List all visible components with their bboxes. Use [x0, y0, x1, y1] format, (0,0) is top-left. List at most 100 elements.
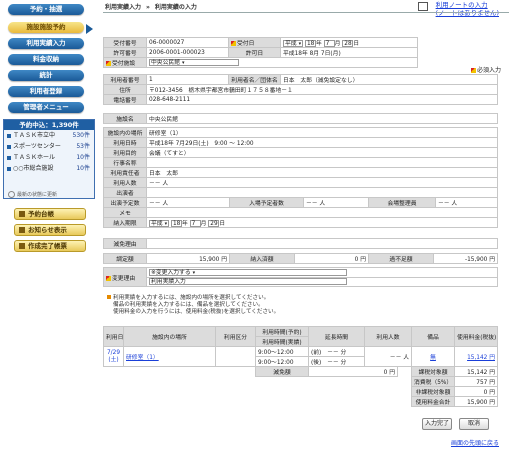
- completed-report-label: 作成完了帳票: [28, 242, 67, 250]
- note-bullet-icon: [107, 295, 111, 299]
- instruction-notes: 利用実績を入力するには、施設内の場所を選択してください。 備品の利用実績を入力す…: [107, 295, 279, 316]
- col-header-division: 利用区分: [215, 326, 256, 347]
- todo-item[interactable]: ＴＡＳＫホール 10件: [4, 152, 94, 163]
- accept-month-input[interactable]: 7: [323, 40, 335, 47]
- nontax-amount: 0 円: [454, 386, 498, 397]
- adjusted-label: 調定額: [103, 253, 147, 264]
- todo-item[interactable]: ○○市総合施設 10件: [4, 163, 94, 174]
- row-division: [215, 346, 256, 367]
- adjusted-amount: 15,900 円: [146, 253, 230, 264]
- note-line: 利用実績を入力するには、施設内の場所を選択してください。: [113, 295, 270, 301]
- accept-era-select[interactable]: 平成: [283, 40, 304, 47]
- accept-day-input[interactable]: 28: [342, 40, 354, 47]
- back-to-top-link[interactable]: 画面の先頭に戻る: [451, 438, 499, 447]
- row-time-plan: 9:00～12:00: [255, 346, 309, 357]
- event: [146, 157, 498, 168]
- nav-fee-collection[interactable]: 料金収納: [8, 54, 84, 65]
- breadcrumb: 利用実績入力 » 利用実績の入力: [105, 2, 197, 11]
- cancel-button[interactable]: 取消: [459, 418, 489, 430]
- reserve-ledger-button[interactable]: 予約台帳: [14, 208, 86, 220]
- pay-day-input[interactable]: 29: [208, 220, 220, 227]
- usage-note-status: (ノートはありません): [435, 9, 499, 17]
- todo-item-count: 530件: [72, 132, 90, 139]
- todo-item[interactable]: スポーツセンター 53件: [4, 141, 94, 152]
- book-icon: [19, 211, 25, 217]
- accept-year-input[interactable]: 18: [304, 40, 316, 47]
- planned-label: 出演予定数: [103, 197, 147, 208]
- note-icon: [418, 2, 428, 11]
- refresh-link[interactable]: 最新の状態に更新: [8, 191, 57, 198]
- year-unit: 年: [315, 41, 322, 47]
- nav-usage-input[interactable]: 利用実績入力: [8, 38, 84, 49]
- memo-label: メモ: [103, 207, 147, 218]
- row-equip-link[interactable]: 無: [430, 355, 436, 361]
- required-note: 必須入力: [470, 65, 501, 74]
- col-header-extension: 延長時間: [308, 326, 365, 347]
- completed-report-button[interactable]: 作成完了帳票: [14, 240, 86, 252]
- nav-facility-reserve[interactable]: 施設施設予約: [8, 22, 84, 33]
- change-reason-table: 変更理由 ※変更入力する 利用実績入力: [103, 267, 498, 287]
- manager: 日本 太郎: [146, 167, 498, 178]
- day-unit: 日: [219, 221, 226, 227]
- pay-year-input[interactable]: 18: [170, 220, 182, 227]
- col-header-time-actual: 利用時間(実績): [255, 336, 309, 347]
- todo-item[interactable]: ＴＡＳＫ市立中 530件: [4, 130, 94, 141]
- day-unit: 日: [353, 41, 360, 47]
- nav-user-register[interactable]: 利用者登録: [8, 86, 84, 97]
- user-name-label: 利用者名／団体名: [228, 74, 281, 85]
- report-icon: [19, 243, 25, 249]
- row-date-day: 7/29: [106, 349, 121, 356]
- year-unit: 年: [181, 221, 188, 227]
- bullet-icon: [7, 166, 11, 171]
- usage-note-link[interactable]: 利用ノートの入力 (ノートはありません): [436, 1, 499, 17]
- change-reason-input[interactable]: 利用実績入力: [149, 278, 347, 286]
- accept-date-label-text: 受付日: [237, 41, 255, 47]
- spacer-cell: [104, 397, 412, 407]
- pay-month-input[interactable]: 7: [189, 220, 201, 227]
- row-ext-after: (後) －－ 分: [308, 356, 365, 367]
- event-label: 行事名称: [103, 157, 147, 168]
- paid-label: 納入済額: [229, 253, 295, 264]
- nav-statistics[interactable]: 統計: [8, 70, 84, 81]
- month-unit: 月: [200, 221, 207, 227]
- nav-reserve-lottery[interactable]: 予約・抽選: [8, 4, 84, 15]
- address-label: 住所: [103, 84, 147, 95]
- phone-label: 電話番号: [103, 94, 147, 105]
- row-people: －－ 人: [363, 346, 413, 367]
- row-fee-link[interactable]: 15,142 円: [467, 355, 495, 361]
- todo-panel: 予約中込：1,390件 ＴＡＳＫ市立中 530件 スポーツセンター 53件 ＴＡＳＫ…: [3, 119, 95, 199]
- bullet-icon: [7, 155, 11, 160]
- table-row: 7/29 (土) 研修室（1） 9:00～12:00 (前) －－ 分 －－ 人 …: [103, 346, 498, 367]
- notice-button[interactable]: お知らせ表示: [14, 224, 86, 236]
- taxable-label: 課税対象額: [411, 366, 456, 377]
- col-header-fee: 使用料金(税抜): [454, 326, 498, 347]
- change-reason-select[interactable]: ※変更入力する: [149, 268, 347, 276]
- bullet-icon: [7, 144, 11, 149]
- refresh-icon: [8, 191, 15, 198]
- row-room-link[interactable]: 研修室（1）: [126, 355, 159, 361]
- people: －－ 人: [146, 177, 498, 188]
- col-header-date: 利用日: [103, 326, 124, 347]
- room-label: 施設内の場所: [103, 127, 147, 138]
- facility-accept-select[interactable]: 中央公民館: [149, 59, 239, 66]
- nav-admin-menu[interactable]: 管理者メニュー: [8, 102, 84, 113]
- facility-accept-field: 中央公民館: [146, 57, 418, 68]
- pay-limit-label: 納入期限: [103, 217, 147, 228]
- pay-era-select[interactable]: 平成: [149, 220, 170, 227]
- complete-button[interactable]: 入力完了: [422, 418, 452, 430]
- row-ext-before: (前) －－ 分: [308, 346, 365, 357]
- required-pen-icon: [106, 275, 111, 281]
- reserve-ledger-label: 予約台帳: [28, 210, 54, 218]
- memo: [146, 207, 498, 218]
- col-header-room: 施設内の場所: [123, 326, 216, 347]
- main-content: 利用実績入力 » 利用実績の入力 利用ノートの入力 (ノートはありません) 受付番号…: [103, 0, 509, 454]
- col-header-equip: 備品: [411, 326, 456, 347]
- change-reason-text-cell: 利用実績入力: [146, 276, 498, 287]
- todo-item-label: ○○市総合施設: [13, 165, 54, 172]
- reservation-info-table: 受付番号 06-0000027 受付日 平成 18年 7月 28日 許可番号 2…: [103, 37, 418, 68]
- present: [146, 187, 498, 198]
- todo-item-label: スポーツセンター: [13, 143, 61, 150]
- breadcrumb-item[interactable]: 利用実績入力: [105, 4, 141, 11]
- facility-name: 中央公民館: [146, 113, 498, 124]
- row-equip-cell: 無: [411, 346, 456, 367]
